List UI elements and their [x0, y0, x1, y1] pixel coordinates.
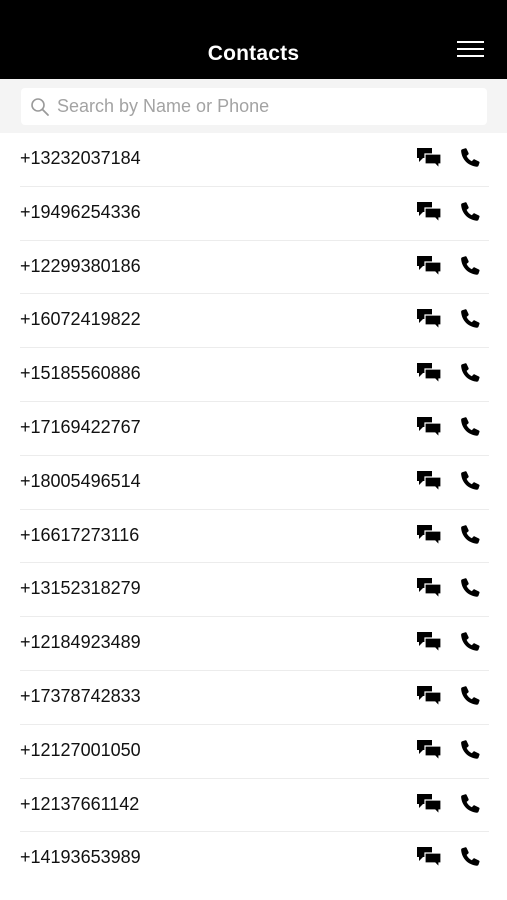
contact-row[interactable]: +12127001050	[20, 725, 489, 779]
contact-phone-number: +18005496514	[20, 470, 141, 491]
chat-bubbles-icon[interactable]	[416, 361, 442, 387]
chat-bubbles-icon[interactable]	[416, 469, 442, 495]
contact-phone-number: +19496254336	[20, 201, 141, 222]
chat-bubbles-icon[interactable]	[416, 254, 442, 280]
phone-handset-icon[interactable]	[459, 147, 481, 169]
contact-row[interactable]: +12299380186	[20, 241, 489, 295]
chat-bubbles-icon[interactable]	[416, 415, 442, 441]
page-title: Contacts	[207, 42, 300, 65]
contact-row[interactable]: +13232037184	[20, 133, 489, 187]
contact-row[interactable]: +15185560886	[20, 348, 489, 402]
contact-phone-number: +12127001050	[20, 739, 141, 760]
contact-row[interactable]: +14193653989	[20, 832, 489, 886]
contact-phone-number: +16617273116	[20, 524, 140, 545]
chat-bubbles-icon[interactable]	[416, 576, 442, 602]
search-icon	[31, 97, 49, 116]
contact-phone-number: +12299380186	[20, 255, 141, 276]
search-input[interactable]	[57, 91, 487, 122]
contact-row[interactable]: +16617273116	[20, 510, 489, 564]
phone-handset-icon[interactable]	[459, 255, 481, 277]
phone-handset-icon[interactable]	[459, 308, 481, 330]
contact-row[interactable]: +16072419822	[20, 294, 489, 349]
phone-handset-icon[interactable]	[459, 470, 481, 492]
contact-phone-number: +13232037184	[20, 148, 141, 168]
contact-phone-number: +12184923489	[20, 632, 141, 653]
contact-phone-number: +14193653989	[20, 847, 141, 868]
phone-handset-icon[interactable]	[459, 739, 481, 761]
phone-handset-icon[interactable]	[459, 201, 481, 223]
phone-handset-icon[interactable]	[459, 631, 481, 653]
phone-handset-icon[interactable]	[459, 362, 481, 384]
contact-phone-number: +17169422767	[20, 416, 141, 437]
contact-phone-number: +17378742833	[20, 685, 141, 706]
contact-phone-number: +12137661142	[20, 793, 140, 814]
contacts-screen: Contacts +13232037184 +19496254336	[0, 0, 507, 900]
search-bar	[0, 79, 507, 133]
chat-bubbles-icon[interactable]	[416, 200, 442, 226]
chat-bubbles-icon[interactable]	[416, 792, 442, 818]
chat-bubbles-icon[interactable]	[416, 523, 442, 549]
contact-row[interactable]: +17378742833	[20, 671, 489, 725]
contact-row[interactable]: +12184923489	[20, 617, 489, 671]
search-box[interactable]	[21, 88, 487, 125]
contact-row[interactable]: +17169422767	[20, 402, 489, 456]
hamburger-menu-icon[interactable]	[457, 41, 485, 63]
phone-handset-icon[interactable]	[459, 846, 481, 868]
chat-bubbles-icon[interactable]	[416, 738, 442, 764]
phone-handset-icon[interactable]	[459, 577, 481, 599]
contact-phone-number: +15185560886	[20, 363, 141, 384]
contact-phone-number: +13152318279	[20, 578, 141, 599]
chat-bubbles-icon[interactable]	[416, 845, 442, 871]
chat-bubbles-icon[interactable]	[416, 684, 442, 710]
chat-bubbles-icon[interactable]	[416, 307, 442, 333]
contact-row[interactable]: +19496254336	[20, 187, 489, 241]
contact-row[interactable]: +18005496514	[20, 456, 489, 510]
chat-bubbles-icon[interactable]	[416, 630, 442, 656]
contact-phone-number: +16072419822	[20, 309, 141, 330]
chat-bubbles-icon[interactable]	[416, 146, 442, 172]
contact-row[interactable]: +12137661142	[20, 779, 489, 833]
phone-handset-icon[interactable]	[459, 524, 481, 546]
app-header: Contacts	[0, 0, 507, 79]
contact-list: +13232037184 +19496254336 +12299380186 +…	[0, 133, 507, 886]
contact-row[interactable]: +13152318279	[20, 563, 489, 618]
phone-handset-icon[interactable]	[459, 416, 481, 438]
phone-handset-icon[interactable]	[459, 685, 481, 707]
phone-handset-icon[interactable]	[459, 793, 481, 815]
